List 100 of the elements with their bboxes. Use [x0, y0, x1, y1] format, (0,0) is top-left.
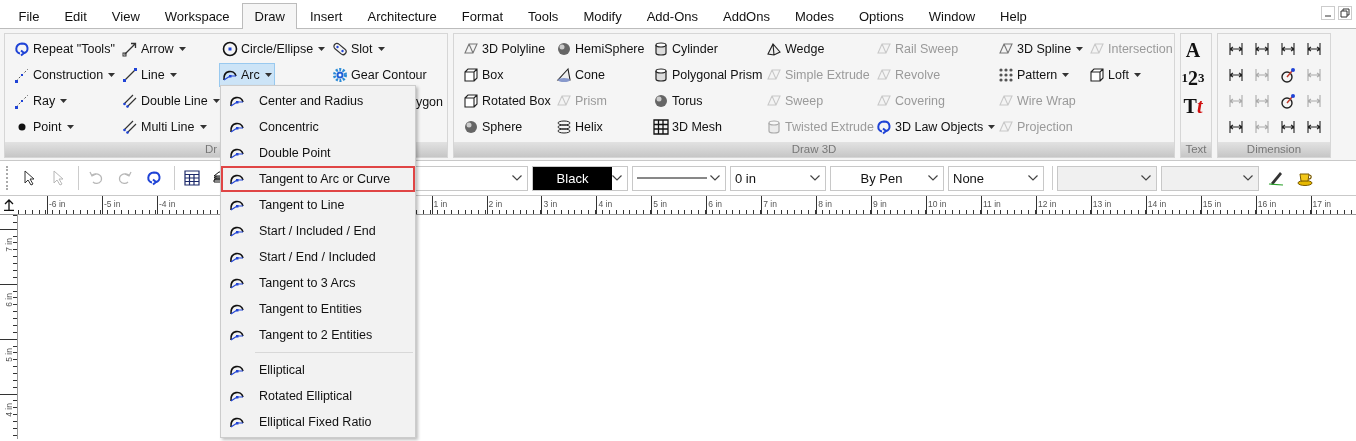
- menu-item[interactable]: Tangent to 2 Entities: [221, 322, 415, 348]
- menu-item[interactable]: Window: [916, 3, 988, 29]
- ruler-label: -5 in: [102, 199, 121, 209]
- minimize-button[interactable]: [1321, 6, 1335, 20]
- tool-button[interactable]: Circle/Ellipse: [219, 37, 329, 61]
- tool-button[interactable]: Gear Contour: [329, 63, 430, 87]
- tool-button[interactable]: Arrow: [119, 37, 189, 61]
- color-combo-box[interactable]: Black: [532, 165, 628, 191]
- menu-item[interactable]: Concentric: [221, 114, 415, 140]
- tool-button[interactable]: 3D Polyline: [460, 37, 549, 61]
- tool-button[interactable]: Point: [11, 115, 77, 139]
- menu-item[interactable]: Format: [449, 3, 516, 29]
- text-tool-button[interactable]: A: [1185, 37, 1201, 63]
- menu-item[interactable]: AddOns: [710, 3, 783, 29]
- caret-icon: [169, 73, 177, 77]
- menu-item[interactable]: Start / End / Included: [221, 244, 415, 270]
- menu-item[interactable]: Workspace: [152, 3, 243, 29]
- tool-button[interactable]: Cone: [553, 63, 608, 87]
- tool-button[interactable]: Box: [460, 63, 507, 87]
- dimension-icon: [1306, 41, 1322, 57]
- shape-icon: [998, 41, 1014, 57]
- ruler-label: 7 in: [762, 199, 777, 209]
- loop-arrow-icon: [146, 170, 162, 186]
- tool-button[interactable]: Multi Line: [119, 115, 210, 139]
- menu-item[interactable]: Tangent to Line: [221, 192, 415, 218]
- ruler-label: 9 in: [872, 199, 887, 209]
- ruler-label: 16 in: [1256, 199, 1277, 209]
- menu-item[interactable]: Elliptical Fixed Ratio: [221, 409, 415, 435]
- dimension-icon: [1228, 67, 1244, 83]
- dimension-icon: [1228, 119, 1244, 135]
- tool-button[interactable]: Polygonal Prism: [650, 63, 766, 87]
- tool-button[interactable]: Sphere: [460, 115, 526, 139]
- tool-button[interactable]: Pattern: [995, 63, 1073, 87]
- tool-button[interactable]: Loft: [1086, 63, 1144, 87]
- caret-icon: [199, 125, 207, 129]
- caret-icon: [108, 73, 116, 77]
- chevron-icon: [512, 175, 522, 181]
- text-tool-button[interactable]: Tt: [1183, 93, 1203, 119]
- tool-button[interactable]: Wedge: [763, 37, 828, 61]
- menu-item[interactable]: File: [6, 3, 52, 29]
- tool-button[interactable]: HemiSphere: [553, 37, 648, 61]
- ruler-label: 3 in: [542, 199, 558, 209]
- tool-button[interactable]: Construction: [11, 63, 119, 87]
- dimension-icon: [1306, 119, 1322, 135]
- menu-item[interactable]: Elliptical: [221, 357, 415, 383]
- menu-item[interactable]: Tangent to 3 Arcs: [221, 270, 415, 296]
- tool-button[interactable]: Slot: [329, 37, 388, 61]
- menu-item[interactable]: Insert: [297, 3, 355, 29]
- tool-button[interactable]: 3D Spline: [995, 37, 1087, 61]
- menu-item[interactable]: Rotated Elliptical: [221, 383, 415, 409]
- ruler-label: 14 in: [1146, 199, 1167, 209]
- sphere-icon: [463, 119, 479, 135]
- ruler-label: 7 in: [3, 238, 14, 252]
- ruler-label: 11 in: [982, 199, 1001, 209]
- tool-button[interactable]: Helix: [553, 115, 606, 139]
- text-tool-button[interactable]: 123: [1181, 65, 1205, 91]
- grid-icon: [653, 119, 669, 135]
- combo-box[interactable]: 0 in: [730, 165, 826, 191]
- dot-pattern-icon: [998, 67, 1014, 83]
- line-style-combo-box[interactable]: [632, 165, 726, 191]
- ruler-label: -6 in: [48, 199, 66, 209]
- menu-item[interactable]: Modify: [570, 3, 635, 29]
- tool-button[interactable]: Double Line: [119, 89, 223, 113]
- tool-button[interactable]: Repeat "Tools": [11, 37, 118, 61]
- restore-button[interactable]: [1338, 6, 1352, 20]
- pointer-icon: [50, 170, 66, 186]
- menu-item[interactable]: Edit: [51, 3, 100, 29]
- ruler-label: -4 in: [157, 199, 176, 209]
- caret-icon: [377, 47, 385, 51]
- tool-button[interactable]: Rotated Box: [460, 89, 554, 113]
- menu-item[interactable]: Tangent to Arc or Curve: [221, 166, 415, 192]
- menu-item[interactable]: Add-Ons: [634, 3, 711, 29]
- menu-item[interactable]: Start / Included / End: [221, 218, 415, 244]
- tool-button[interactable]: Torus: [650, 89, 706, 113]
- tool-button[interactable]: Cylinder: [650, 37, 721, 61]
- combo-box[interactable]: By Pen: [830, 165, 944, 191]
- menu-item[interactable]: Help: [987, 3, 1040, 29]
- menu-item[interactable]: Draw: [242, 3, 298, 29]
- pointer-icon: [21, 170, 37, 186]
- shape-icon: [1089, 41, 1105, 57]
- menu-item[interactable]: Tangent to Entities: [221, 296, 415, 322]
- tool-button[interactable]: Line: [119, 63, 180, 87]
- combo-box[interactable]: None: [948, 165, 1044, 191]
- double-line-icon: [122, 119, 138, 135]
- menu-item[interactable]: View: [99, 3, 153, 29]
- menu-item[interactable]: Architecture: [354, 3, 450, 29]
- menu-item[interactable]: Options: [846, 3, 917, 29]
- ruler-label: 4 in: [597, 199, 613, 209]
- group-label: Text: [1181, 142, 1211, 157]
- menu-item[interactable]: Center and Radius: [221, 88, 415, 114]
- tool-button[interactable]: Ray: [11, 89, 71, 113]
- ruler-label: 5 in: [652, 199, 668, 209]
- shape-icon: [766, 67, 782, 83]
- tool-button[interactable]: 3D Mesh: [650, 115, 726, 139]
- ruler-label: 10 in: [927, 199, 947, 209]
- table-icon: [184, 170, 200, 186]
- menu-item[interactable]: Modes: [782, 3, 847, 29]
- cylinder-icon: [653, 41, 669, 57]
- menu-item[interactable]: Tools: [515, 3, 571, 29]
- tool-button[interactable]: Arc: [219, 63, 275, 87]
